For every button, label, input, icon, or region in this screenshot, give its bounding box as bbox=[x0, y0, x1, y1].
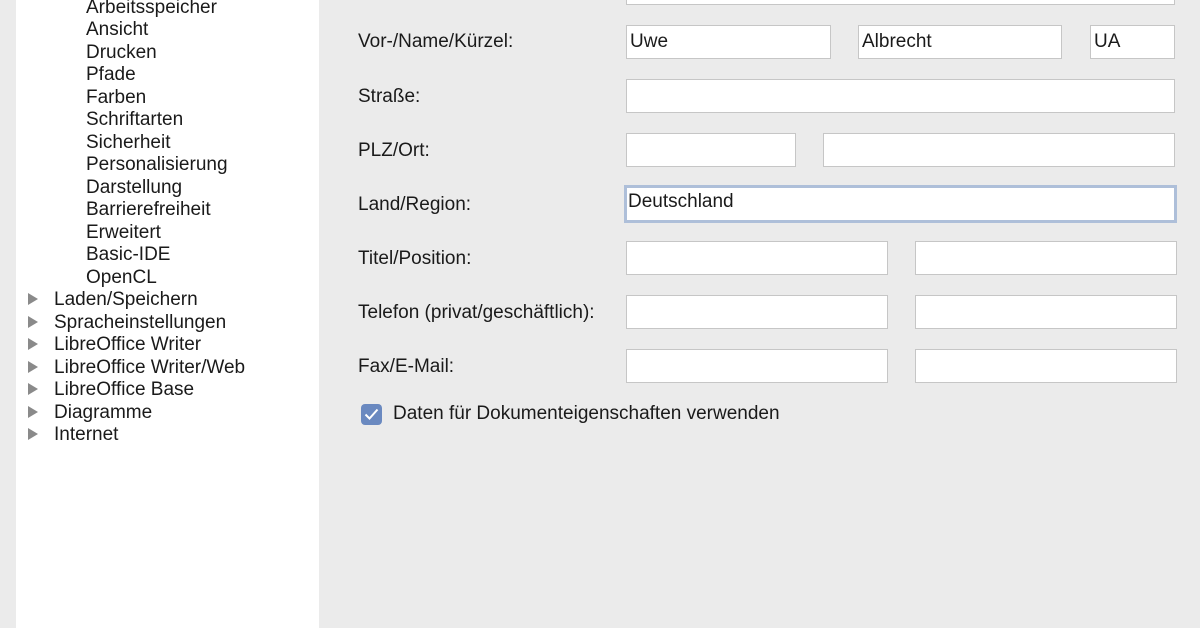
fax-field[interactable] bbox=[626, 349, 888, 383]
tree-item-label: Internet bbox=[54, 424, 119, 445]
title-field[interactable] bbox=[626, 241, 888, 275]
tree-item-pfade[interactable]: Pfade bbox=[86, 64, 136, 86]
use-data-checkbox[interactable] bbox=[361, 404, 382, 425]
expand-arrow-icon[interactable] bbox=[28, 338, 38, 350]
tree-item-schriftarten[interactable]: Schriftarten bbox=[86, 109, 183, 131]
country-field[interactable]: Deutschland bbox=[624, 185, 1177, 223]
initials-field[interactable]: UA bbox=[1090, 25, 1175, 59]
tree-item-personalisierung[interactable]: Personalisierung bbox=[86, 154, 228, 176]
tree-item-libreoffice-writer-web[interactable]: LibreOffice Writer/Web bbox=[28, 357, 245, 379]
tree-item-barrierefreiheit[interactable]: Barrierefreiheit bbox=[86, 199, 211, 221]
name-label: Vor-/Name/Kürzel: bbox=[358, 31, 514, 52]
tree-item-farben[interactable]: Farben bbox=[86, 87, 146, 109]
tree-item-label: LibreOffice Writer/Web bbox=[54, 357, 246, 378]
phone-label: Telefon (privat/geschäftlich): bbox=[358, 302, 595, 323]
tree-item-erweitert[interactable]: Erweitert bbox=[86, 222, 161, 244]
tree-item-basic-ide[interactable]: Basic-IDE bbox=[86, 244, 170, 266]
first-name-field[interactable]: Uwe bbox=[626, 25, 831, 59]
zip-field[interactable] bbox=[626, 133, 796, 167]
title-position-label: Titel/Position: bbox=[358, 248, 472, 269]
expand-arrow-icon[interactable] bbox=[28, 428, 38, 440]
tree-item-laden-speichern[interactable]: Laden/Speichern bbox=[28, 289, 198, 311]
tree-item-ansicht[interactable]: Ansicht bbox=[86, 19, 148, 41]
country-label: Land/Region: bbox=[358, 194, 472, 215]
expand-arrow-icon[interactable] bbox=[28, 293, 38, 305]
street-field[interactable] bbox=[626, 79, 1175, 113]
tree-item-label: Laden/Speichern bbox=[54, 289, 198, 310]
tree-item-label: LibreOffice Writer bbox=[54, 334, 202, 355]
tree-item-libreoffice-base[interactable]: LibreOffice Base bbox=[28, 379, 194, 401]
tree-item-sicherheit[interactable]: Sicherheit bbox=[86, 132, 171, 154]
tree-item-drucken[interactable]: Drucken bbox=[86, 42, 157, 64]
expand-arrow-icon[interactable] bbox=[28, 361, 38, 373]
expand-arrow-icon[interactable] bbox=[28, 406, 38, 418]
street-label: Straße: bbox=[358, 86, 421, 107]
tree-item-spracheinstellungen[interactable]: Spracheinstellungen bbox=[28, 312, 226, 334]
tree-item-darstellung[interactable]: Darstellung bbox=[86, 177, 182, 199]
tree-item-label: Spracheinstellungen bbox=[54, 312, 227, 333]
expand-arrow-icon[interactable] bbox=[28, 316, 38, 328]
checkmark-icon bbox=[364, 408, 379, 420]
zip-city-label: PLZ/Ort: bbox=[358, 140, 430, 161]
city-field[interactable] bbox=[823, 133, 1175, 167]
last-name-field[interactable]: Albrecht bbox=[858, 25, 1062, 59]
company-field[interactable] bbox=[626, 0, 1175, 5]
fax-email-label: Fax/E-Mail: bbox=[358, 356, 455, 377]
tree-item-label: LibreOffice Base bbox=[54, 379, 195, 400]
use-data-label[interactable]: Daten für Dokumenteigenschaften verwende… bbox=[393, 403, 780, 425]
tree-item-opencl[interactable]: OpenCL bbox=[86, 267, 157, 289]
tree-item-internet[interactable]: Internet bbox=[28, 424, 118, 446]
tree-item-label: Diagramme bbox=[54, 402, 153, 423]
tree-item-libreoffice-writer[interactable]: LibreOffice Writer bbox=[28, 334, 201, 356]
phone-private-field[interactable] bbox=[626, 295, 888, 329]
tree-item-diagramme[interactable]: Diagramme bbox=[28, 402, 152, 424]
email-field[interactable] bbox=[915, 349, 1177, 383]
expand-arrow-icon[interactable] bbox=[28, 383, 38, 395]
position-field[interactable] bbox=[915, 241, 1177, 275]
phone-business-field[interactable] bbox=[915, 295, 1177, 329]
options-tree: Arbeitsspeicher Ansicht Drucken Pfade Fa… bbox=[16, 0, 319, 628]
tree-item-arbeitsspeicher[interactable]: Arbeitsspeicher bbox=[86, 0, 217, 19]
